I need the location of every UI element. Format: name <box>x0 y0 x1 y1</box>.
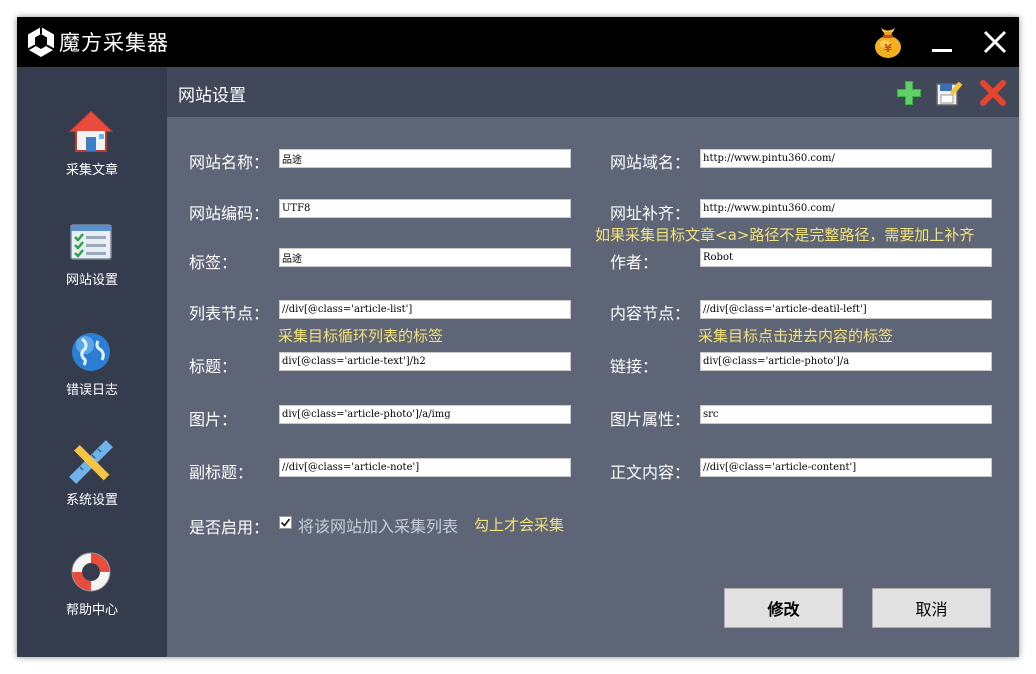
list-node-hint: 采集目标循环列表的标签 <box>278 327 444 345</box>
list-node-label: 列表节点： <box>189 304 270 323</box>
sidebar-item-collect-articles[interactable]: 采集文章 <box>17 109 167 209</box>
checklist-icon <box>70 224 112 260</box>
link-input[interactable] <box>700 352 992 371</box>
add-icon[interactable] <box>895 79 923 107</box>
cube-logo-icon <box>27 27 55 57</box>
content-node-label: 内容节点： <box>610 304 691 323</box>
list-node-input[interactable] <box>279 300 571 319</box>
app-window: 魔方采集器 ¥ 采集文章 网站设置 错误日志 系统设置 帮助中心 网站设置 网站… <box>17 17 1019 657</box>
url-prefix-hint: 如果采集目标文章<a>路径不是完整路径，需要加上补齐 <box>595 226 975 244</box>
title-label: 标题： <box>189 357 238 376</box>
sidebar-item-label: 帮助中心 <box>65 603 118 618</box>
enabled-label: 是否启用： <box>189 518 270 537</box>
svg-text:¥: ¥ <box>884 42 892 55</box>
sidebar-item-system-settings[interactable]: 系统设置 <box>17 439 167 539</box>
subtitle-label: 副标题： <box>189 463 254 482</box>
url-prefix-input[interactable] <box>700 199 992 218</box>
app-title: 魔方采集器 <box>59 31 169 55</box>
sidebar-item-label: 网站设置 <box>65 273 118 288</box>
author-input[interactable] <box>700 248 992 267</box>
link-label: 链接： <box>610 357 659 376</box>
site-settings-form: 网站名称： 网站域名： 网站编码： 网址补齐： 如果采集目标文章<a>路径不是完… <box>167 117 1019 657</box>
author-label: 作者： <box>610 253 659 272</box>
content-node-input[interactable] <box>700 300 992 319</box>
cancel-button[interactable]: 取消 <box>872 588 991 628</box>
title-bar: 魔方采集器 ¥ <box>17 17 1019 67</box>
sidebar-item-label: 系统设置 <box>65 493 118 508</box>
site-domain-label: 网站域名： <box>610 153 691 172</box>
site-domain-input[interactable] <box>700 149 992 168</box>
enabled-checkbox-label[interactable]: 将该网站加入采集列表 <box>298 513 458 537</box>
minimize-icon <box>932 48 952 52</box>
site-encoding-label: 网站编码： <box>189 204 270 223</box>
body-content-input[interactable] <box>700 458 992 477</box>
sidebar-item-label: 采集文章 <box>65 163 118 178</box>
image-input[interactable] <box>279 405 571 424</box>
lifebuoy-icon <box>71 552 111 592</box>
tag-input[interactable] <box>279 248 571 267</box>
delete-icon[interactable] <box>979 79 1007 107</box>
site-encoding-input[interactable] <box>279 199 571 218</box>
image-label: 图片： <box>189 410 238 429</box>
body-content-label: 正文内容： <box>610 463 691 482</box>
page-title: 网站设置 <box>178 86 246 106</box>
content-node-hint: 采集目标点击进去内容的标签 <box>698 327 894 345</box>
image-attr-input[interactable] <box>700 405 992 424</box>
minimize-button[interactable] <box>924 23 960 61</box>
url-prefix-label: 网址补齐： <box>610 204 691 223</box>
edit-icon[interactable] <box>935 79 963 107</box>
enabled-hint: 勾上才会采集 <box>474 516 565 534</box>
home-icon <box>68 110 114 152</box>
modify-button[interactable]: 修改 <box>724 588 843 628</box>
checkmark-icon <box>280 518 291 527</box>
sidebar-item-help-center[interactable]: 帮助中心 <box>17 549 167 649</box>
ruler-pencil-icon <box>69 440 113 484</box>
globe-icon <box>72 333 110 371</box>
sidebar-item-label: 错误日志 <box>65 383 118 398</box>
sidebar-item-error-log[interactable]: 错误日志 <box>17 329 167 429</box>
panel-header: 网站设置 <box>167 67 1019 117</box>
money-bag-icon[interactable]: ¥ <box>870 23 906 61</box>
site-name-label: 网站名称： <box>189 153 270 172</box>
tag-label: 标签： <box>189 253 238 272</box>
enabled-checkbox[interactable] <box>279 516 292 529</box>
image-attr-label: 图片属性： <box>610 410 691 429</box>
site-name-input[interactable] <box>279 149 571 168</box>
close-button[interactable] <box>977 23 1013 61</box>
title-input[interactable] <box>279 352 571 371</box>
close-icon <box>983 30 1007 54</box>
sidebar: 采集文章 网站设置 错误日志 系统设置 帮助中心 <box>17 67 167 657</box>
sidebar-item-site-settings[interactable]: 网站设置 <box>17 219 167 319</box>
subtitle-input[interactable] <box>279 458 571 477</box>
